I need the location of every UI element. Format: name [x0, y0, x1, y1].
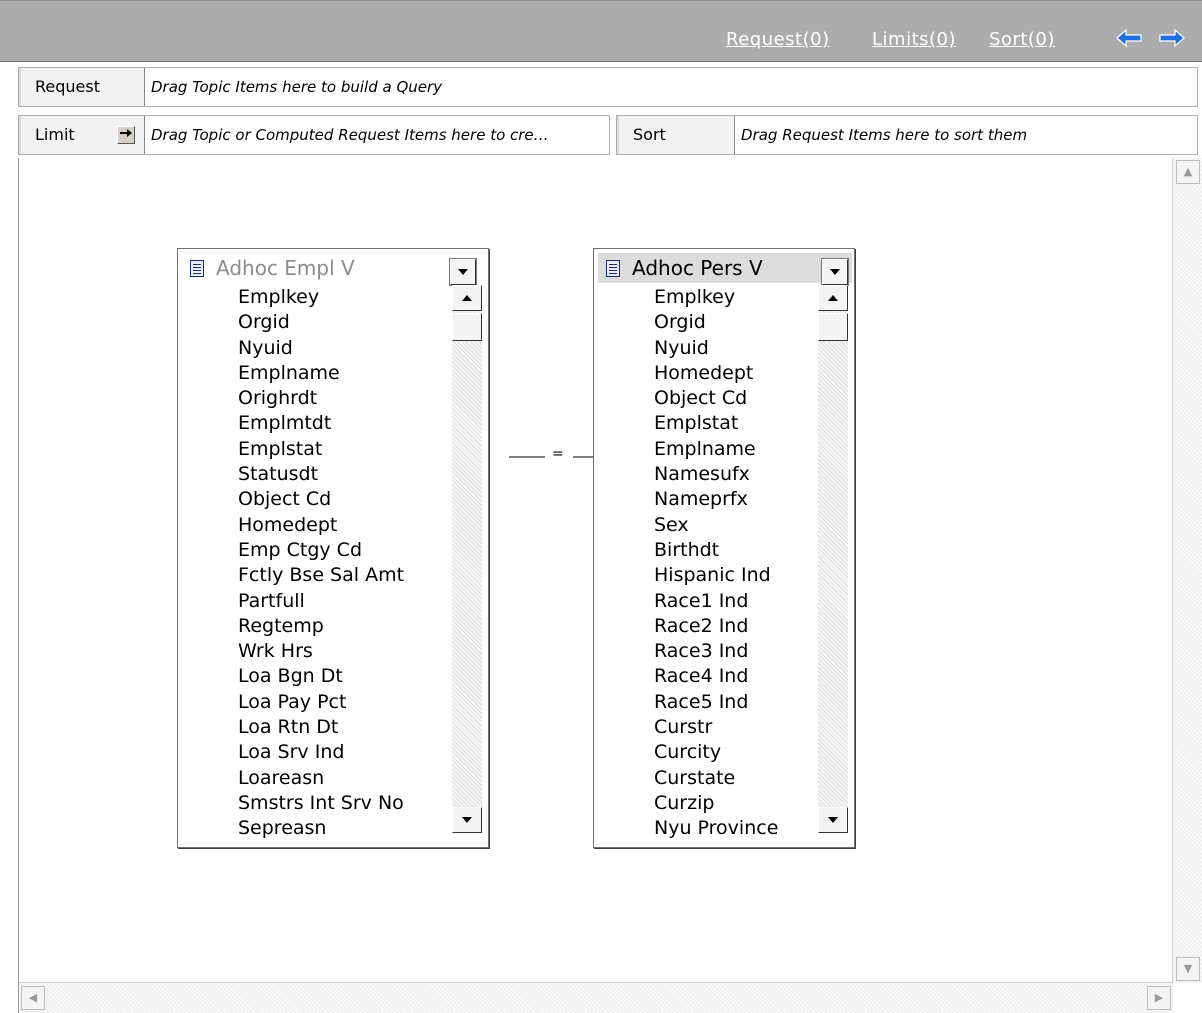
- table-icon: [190, 260, 204, 277]
- join-operator: =: [552, 446, 564, 462]
- scroll-down-button[interactable]: [818, 807, 848, 833]
- chevron-down-icon: [462, 817, 472, 823]
- canvas-scroll-up-button[interactable]: ▲: [1176, 160, 1200, 184]
- list-item[interactable]: Object Cd: [238, 487, 448, 512]
- table-dropdown-button[interactable]: [449, 258, 477, 286]
- list-item[interactable]: Orighrdt: [238, 386, 448, 411]
- list-item[interactable]: Partfull: [238, 589, 448, 614]
- top-toolbar: Request(0) Limits(0) Sort(0): [0, 0, 1202, 62]
- canvas-vertical-scrollbar[interactable]: ▲ ▼: [1172, 158, 1202, 983]
- scrollbar-corner: [1173, 983, 1202, 1013]
- chevron-down-icon: [458, 269, 468, 275]
- list-item[interactable]: Smstrs Int Srv No: [238, 791, 448, 816]
- table-icon: [606, 260, 620, 277]
- list-item[interactable]: Nyuid: [238, 336, 448, 361]
- canvas-horizontal-scrollbar[interactable]: ◀ ▶: [19, 982, 1173, 1013]
- table-header[interactable]: Adhoc Pers V: [598, 253, 852, 283]
- list-item[interactable]: Loa Pay Pct: [238, 690, 448, 715]
- field-list-scrollbar[interactable]: [818, 285, 848, 833]
- field-list: Emplkey Orgid Nyuid Emplname Orighrdt Em…: [238, 285, 448, 842]
- chevron-up-icon: [462, 295, 472, 301]
- list-item[interactable]: Emplmtdt: [238, 411, 448, 436]
- canvas-scroll-right-button[interactable]: ▶: [1147, 986, 1171, 1010]
- list-item[interactable]: Regtemp: [238, 614, 448, 639]
- field-list-scrollbar[interactable]: [452, 285, 482, 833]
- list-item[interactable]: Wrk Hrs: [238, 639, 448, 664]
- list-item[interactable]: Loa Bgn Dt: [238, 664, 448, 689]
- list-item[interactable]: Emplstat: [238, 437, 448, 462]
- table-box-adhoc-empl-v[interactable]: Adhoc Empl V Emplkey Orgid Nyuid Emplnam…: [177, 248, 489, 848]
- request-label: Request: [19, 68, 145, 106]
- list-item[interactable]: Fctly Bse Sal Amt: [238, 563, 448, 588]
- limit-drop-zone[interactable]: Limit Drag Topic or Computed Request Ite…: [18, 115, 610, 155]
- list-item[interactable]: Loareasn: [238, 766, 448, 791]
- chevron-down-icon: [828, 817, 838, 823]
- list-item[interactable]: Emplkey: [238, 285, 448, 310]
- list-item[interactable]: Orgid: [238, 310, 448, 335]
- request-drop-zone[interactable]: Request Drag Topic Items here to build a…: [18, 67, 1198, 107]
- list-item[interactable]: Homedept: [238, 513, 448, 538]
- limit-label-text: Limit: [35, 125, 75, 144]
- chevron-up-icon: [828, 295, 838, 301]
- scroll-thumb[interactable]: [818, 313, 848, 341]
- scroll-up-button[interactable]: [818, 285, 848, 311]
- table-dropdown-button[interactable]: [821, 258, 849, 286]
- sort-count-link[interactable]: Sort(0): [989, 29, 1055, 50]
- limit-hint: Drag Topic or Computed Request Items her…: [151, 126, 549, 144]
- left-arrow-icon[interactable]: [1115, 27, 1143, 49]
- request-hint: Drag Topic Items here to build a Query: [151, 78, 443, 96]
- sort-hint: Drag Request Items here to sort them: [741, 126, 1028, 144]
- table-box-adhoc-pers-v[interactable]: Adhoc Pers V Emplkey Orgid Nyuid Homedep…: [593, 248, 855, 848]
- list-item[interactable]: Loa Rtn Dt: [238, 715, 448, 740]
- scroll-down-button[interactable]: [452, 807, 482, 833]
- limit-label: Limit: [19, 116, 145, 154]
- table-title: Adhoc Empl V: [216, 256, 355, 280]
- limit-arrow-button[interactable]: [117, 126, 135, 144]
- scroll-thumb[interactable]: [452, 313, 482, 341]
- sort-drop-zone[interactable]: Sort Drag Request Items here to sort the…: [616, 115, 1198, 155]
- right-arrow-icon[interactable]: [1158, 27, 1186, 49]
- limits-count-link[interactable]: Limits(0): [872, 29, 956, 50]
- chevron-down-icon: [830, 269, 840, 275]
- sort-label: Sort: [617, 116, 735, 154]
- list-item[interactable]: Loa Srv Ind: [238, 740, 448, 765]
- canvas-scroll-left-button[interactable]: ◀: [21, 986, 45, 1010]
- table-title: Adhoc Pers V: [632, 256, 763, 280]
- request-count-link[interactable]: Request(0): [726, 29, 830, 50]
- list-item[interactable]: Sepreasn: [238, 816, 448, 841]
- query-canvas[interactable]: Adhoc Empl V Emplkey Orgid Nyuid Emplnam…: [18, 158, 1202, 1013]
- list-item[interactable]: Emplname: [238, 361, 448, 386]
- canvas-scroll-down-button[interactable]: ▼: [1176, 957, 1200, 981]
- right-arrow-icon: [120, 129, 132, 137]
- list-item[interactable]: Statusdt: [238, 462, 448, 487]
- scroll-up-button[interactable]: [452, 285, 482, 311]
- list-item[interactable]: Emp Ctgy Cd: [238, 538, 448, 563]
- table-header[interactable]: Adhoc Empl V: [182, 253, 436, 283]
